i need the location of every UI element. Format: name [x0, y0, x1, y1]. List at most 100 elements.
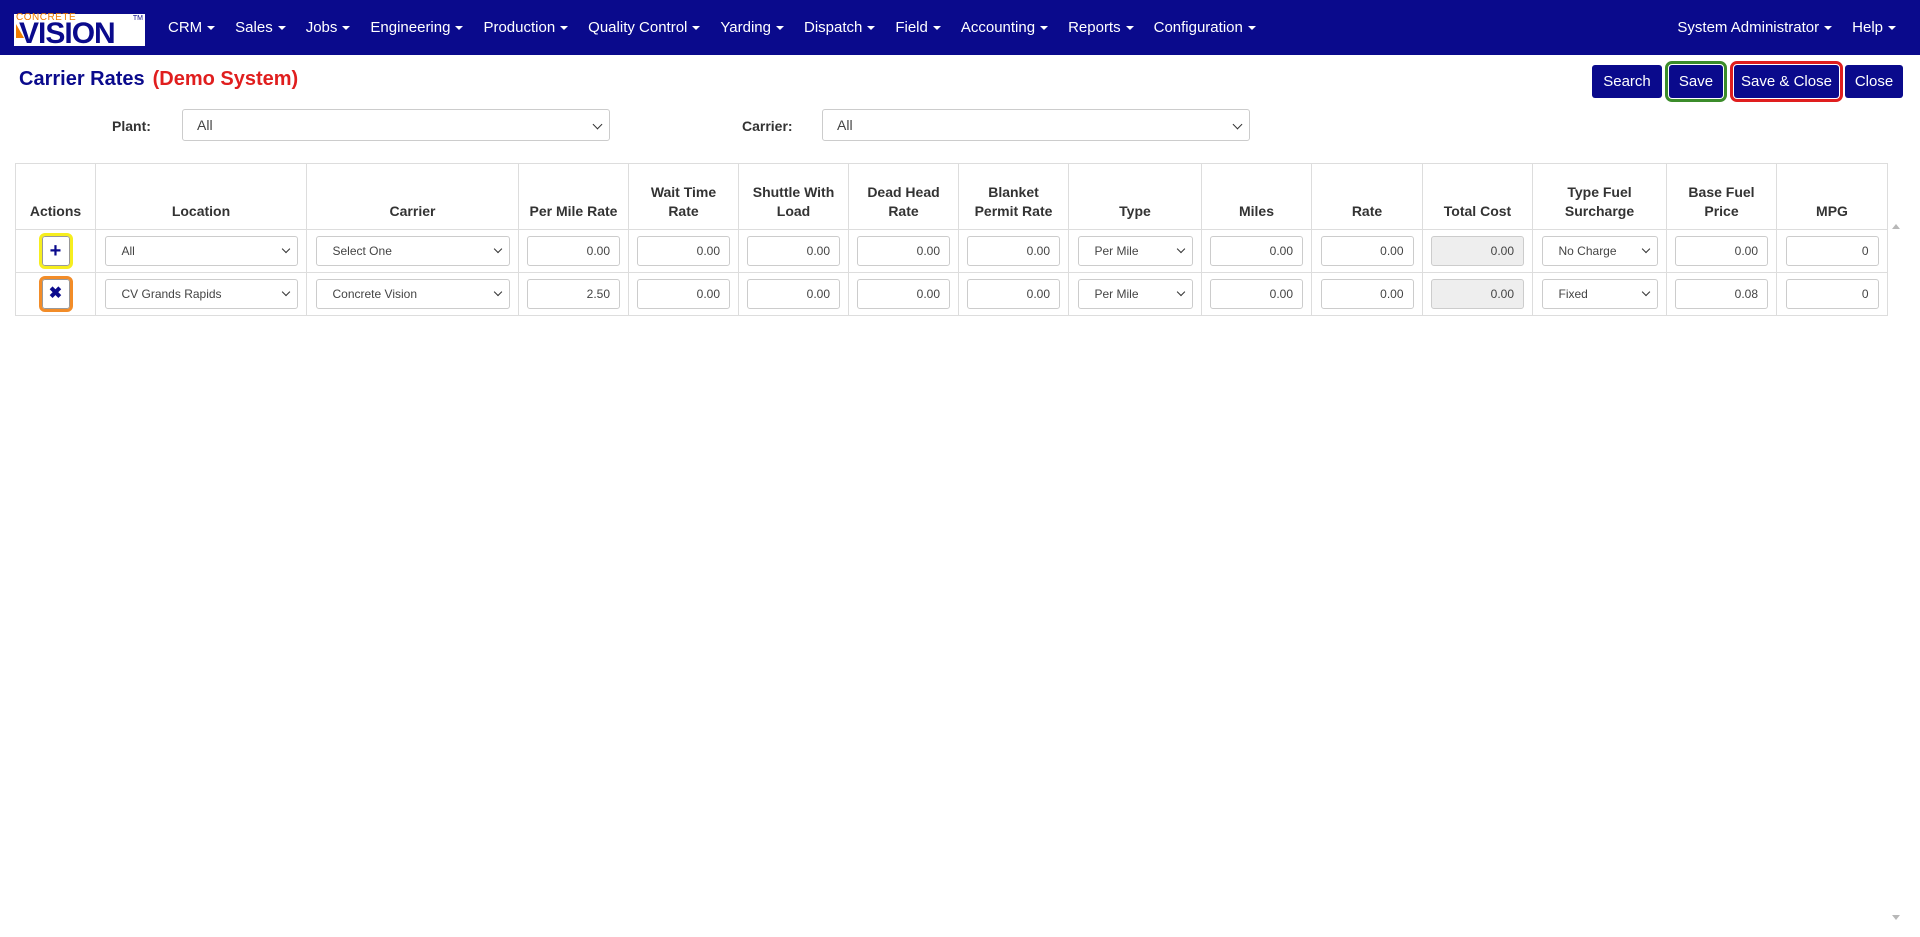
- table-row-new: + All Select One 0.00 0.00 0.00 0.00 0.0…: [15, 229, 1888, 273]
- add-row-button[interactable]: +: [38, 233, 73, 269]
- base-fuel-price-cell: 0.08: [1666, 272, 1777, 316]
- plant-filter-label: Plant:: [112, 118, 151, 134]
- table-scrollbar[interactable]: [1888, 220, 1904, 924]
- nav-reports[interactable]: Reports: [1058, 19, 1144, 36]
- location-value: CV Grands Rapids: [121, 287, 222, 301]
- base-fuel-price-cell: 0.00: [1666, 229, 1777, 273]
- rate-input[interactable]: 0.00: [1320, 236, 1414, 266]
- carrier-value: Concrete Vision: [332, 287, 418, 301]
- caret-down-icon: [1247, 26, 1256, 31]
- plant-filter-value: All: [197, 117, 213, 133]
- miles-input[interactable]: 0.00: [1210, 236, 1303, 266]
- nav-dispatch[interactable]: Dispatch: [794, 19, 885, 36]
- table-header-row: Actions Location Carrier Per Mile Rate W…: [15, 163, 1888, 230]
- blanket-permit-rate-input[interactable]: 0.00: [967, 236, 1060, 266]
- caret-down-icon: [277, 26, 286, 31]
- carrier-select[interactable]: Select One: [315, 236, 510, 266]
- per-mile-rate-input[interactable]: 0.00: [527, 236, 620, 266]
- rate-input[interactable]: 0.00: [1320, 279, 1414, 309]
- miles-input[interactable]: 0.00: [1210, 279, 1303, 309]
- nav-sales[interactable]: Sales: [225, 19, 296, 36]
- shuttle-with-load-cell: 0.00: [738, 229, 849, 273]
- dead-head-rate-cell: 0.00: [848, 272, 959, 316]
- shuttle-with-load-input[interactable]: 0.00: [747, 236, 840, 266]
- main-menu: CRM Sales Jobs Engineering Production Qu…: [158, 0, 1266, 55]
- caret-down-icon: [207, 26, 216, 31]
- nav-help[interactable]: Help: [1842, 19, 1906, 36]
- nav-jobs[interactable]: Jobs: [296, 19, 361, 36]
- per-mile-rate-cell: 2.50: [518, 272, 629, 316]
- wait-time-rate-cell: 0.00: [628, 229, 739, 273]
- wait-time-rate-input[interactable]: 0.00: [637, 236, 730, 266]
- nav-yarding[interactable]: Yarding: [710, 19, 794, 36]
- chevron-down-icon: [1176, 244, 1185, 254]
- save-button[interactable]: Save: [1665, 61, 1727, 102]
- nav-crm-label: CRM: [168, 19, 203, 36]
- col-header-actions: Actions: [15, 163, 96, 230]
- nav-engineering-label: Engineering: [370, 19, 451, 36]
- type-select[interactable]: Per Mile: [1077, 236, 1193, 266]
- nav-quality-control[interactable]: Quality Control: [578, 19, 710, 36]
- chevron-down-icon: [493, 287, 502, 297]
- nav-production[interactable]: Production: [473, 19, 578, 36]
- col-header-per-mile-rate: Per Mile Rate: [518, 163, 629, 230]
- scroll-down-arrow-icon[interactable]: [1892, 915, 1900, 920]
- nav-accounting[interactable]: Accounting: [951, 19, 1058, 36]
- caret-down-icon: [560, 26, 569, 31]
- mpg-input[interactable]: 0: [1785, 236, 1879, 266]
- nav-field[interactable]: Field: [885, 19, 951, 36]
- carrier-select[interactable]: Concrete Vision: [315, 279, 510, 309]
- col-header-wait-time-rate: Wait Time Rate: [628, 163, 739, 230]
- caret-down-icon: [455, 26, 464, 31]
- nav-quality-control-label: Quality Control: [588, 19, 688, 36]
- scroll-up-arrow-icon[interactable]: [1892, 224, 1900, 229]
- carrier-value: Select One: [332, 244, 392, 258]
- type-cell: Per Mile: [1068, 229, 1202, 273]
- user-menu: System Administrator Help: [1667, 0, 1906, 55]
- per-mile-rate-input[interactable]: 2.50: [527, 279, 620, 309]
- concrete-vision-logo[interactable]: CONCRETE VISION TM: [14, 13, 145, 49]
- col-header-miles: Miles: [1201, 163, 1312, 230]
- mpg-cell: 0: [1776, 272, 1888, 316]
- type-fuel-surcharge-select[interactable]: No Charge: [1541, 236, 1658, 266]
- location-select[interactable]: All: [104, 236, 298, 266]
- type-value: Per Mile: [1094, 244, 1139, 258]
- col-header-type-fuel-surcharge-text: Type Fuel Surcharge: [1564, 184, 1635, 219]
- carrier-filter-select[interactable]: All: [822, 109, 1250, 141]
- nav-sales-label: Sales: [235, 19, 273, 36]
- nav-crm[interactable]: CRM: [158, 19, 225, 36]
- plant-filter-select[interactable]: All: [182, 109, 610, 141]
- nav-user-menu[interactable]: System Administrator: [1667, 19, 1842, 36]
- col-header-shuttle-with-load-text: Shuttle With Load: [752, 184, 835, 219]
- close-button[interactable]: Close: [1845, 65, 1903, 98]
- caret-down-icon: [1125, 26, 1134, 31]
- location-select[interactable]: CV Grands Rapids: [104, 279, 298, 309]
- remove-row-button[interactable]: ✖: [38, 276, 73, 312]
- type-fuel-surcharge-select[interactable]: Fixed: [1541, 279, 1658, 309]
- total-cost-input: 0.00: [1431, 236, 1524, 266]
- chevron-down-icon: [1176, 287, 1185, 297]
- chevron-down-icon: [1641, 287, 1650, 297]
- blanket-permit-rate-input[interactable]: 0.00: [967, 279, 1060, 309]
- carrier-rates-table: Actions Location Carrier Per Mile Rate W…: [15, 163, 1888, 316]
- caret-down-icon: [932, 26, 941, 31]
- dead-head-rate-input[interactable]: 0.00: [857, 236, 950, 266]
- nav-engineering[interactable]: Engineering: [360, 19, 473, 36]
- nav-configuration[interactable]: Configuration: [1144, 19, 1266, 36]
- base-fuel-price-input[interactable]: 0.08: [1675, 279, 1768, 309]
- shuttle-with-load-input[interactable]: 0.00: [747, 279, 840, 309]
- dead-head-rate-input[interactable]: 0.00: [857, 279, 950, 309]
- location-cell: All: [95, 229, 307, 273]
- search-button[interactable]: Search: [1592, 65, 1662, 98]
- dead-head-rate-cell: 0.00: [848, 229, 959, 273]
- chevron-down-icon: [281, 244, 290, 254]
- type-select[interactable]: Per Mile: [1077, 279, 1193, 309]
- wait-time-rate-input[interactable]: 0.00: [637, 279, 730, 309]
- base-fuel-price-input[interactable]: 0.00: [1675, 236, 1768, 266]
- location-cell: CV Grands Rapids: [95, 272, 307, 316]
- mpg-input[interactable]: 0: [1785, 279, 1879, 309]
- carrier-filter-label: Carrier:: [742, 118, 793, 134]
- caret-down-icon: [1824, 26, 1833, 31]
- save-and-close-button[interactable]: Save & Close: [1730, 61, 1843, 102]
- col-header-blanket-permit-rate-text: Blanket Permit Rate: [974, 184, 1053, 219]
